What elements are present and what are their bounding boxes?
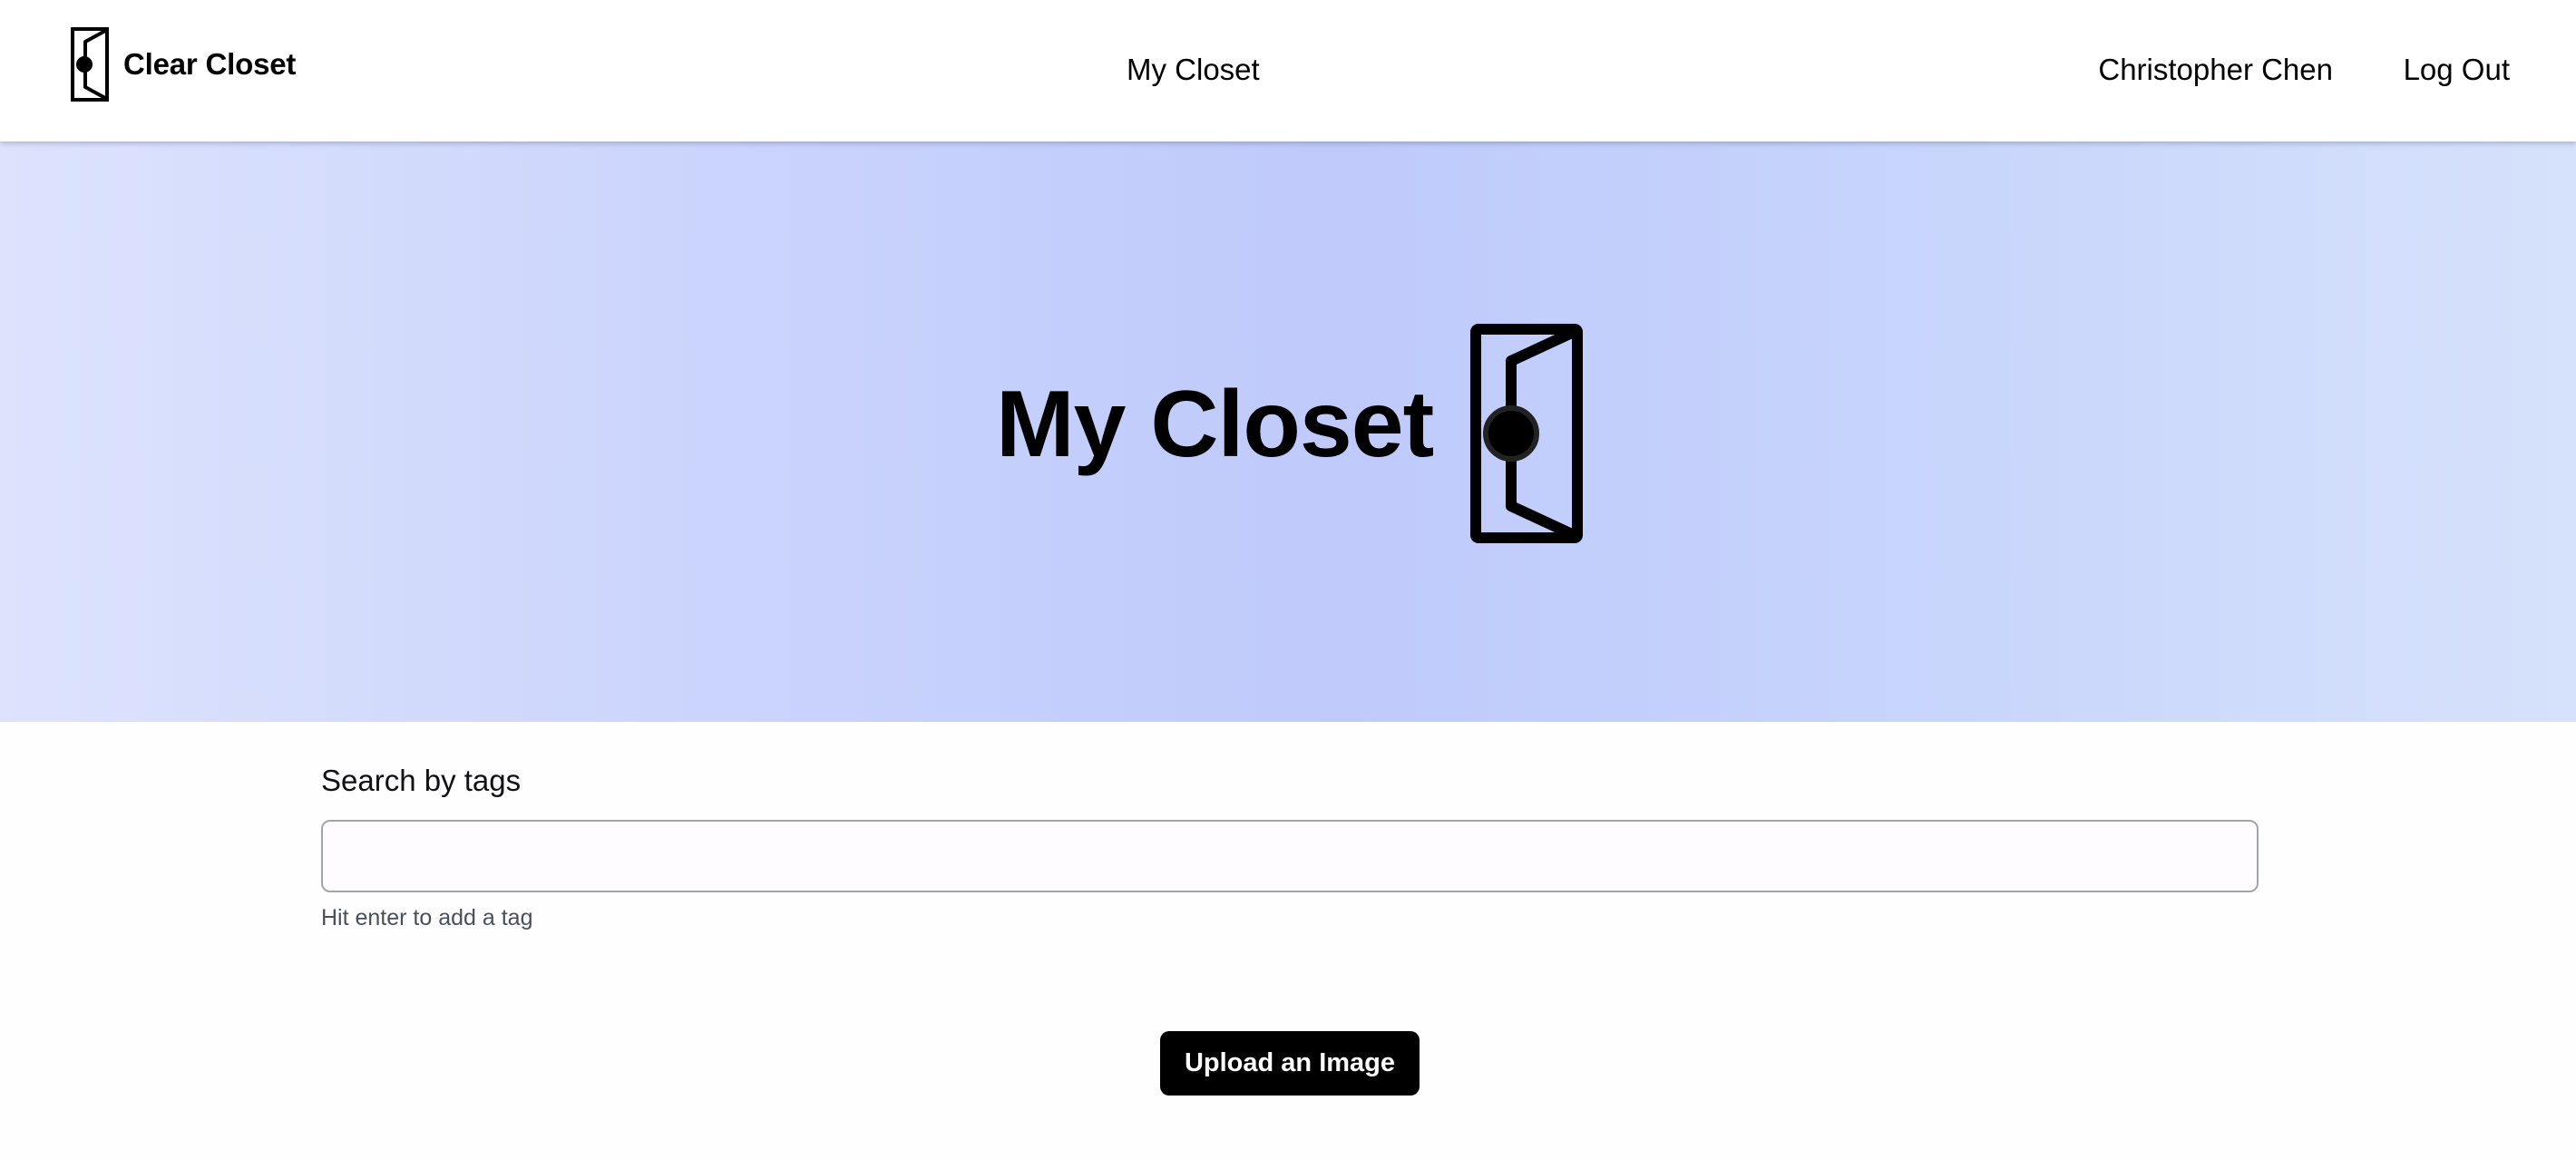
top-navbar: Clear Closet My Closet Christopher Chen … xyxy=(0,0,2576,141)
search-tags-hint: Hit enter to add a tag xyxy=(321,905,533,930)
brand-name: Clear Closet xyxy=(123,47,297,81)
upload-image-button[interactable]: Upload an Image xyxy=(1160,1031,1420,1096)
nav-my-closet-link[interactable]: My Closet xyxy=(1127,51,1260,89)
page-title: My Closet xyxy=(996,372,1434,477)
hero-banner: My Closet xyxy=(0,141,2576,722)
logout-link[interactable]: Log Out xyxy=(2404,51,2510,89)
brand-link[interactable]: Clear Closet xyxy=(71,27,296,102)
nav-user-profile-link[interactable]: Christopher Chen xyxy=(2098,51,2333,89)
closet-door-icon xyxy=(1470,324,1583,543)
closet-door-icon xyxy=(71,27,109,102)
search-tags-label: Search by tags xyxy=(321,764,522,797)
search-tags-input[interactable] xyxy=(321,820,2259,892)
